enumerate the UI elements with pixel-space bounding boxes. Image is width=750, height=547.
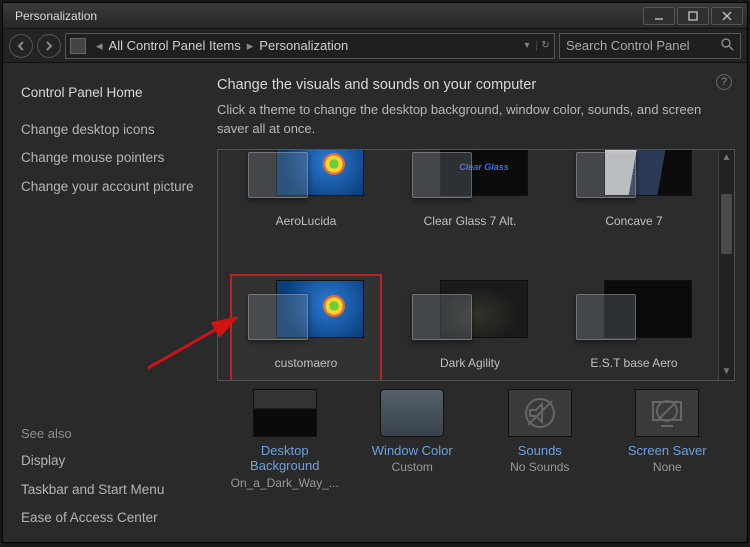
theme-item[interactable]: Concave 7 <box>558 156 710 272</box>
titlebar: Personalization <box>3 3 747 29</box>
page-subtext: Click a theme to change the desktop back… <box>217 101 735 139</box>
chevron-right-icon: ◂ <box>90 38 109 54</box>
help-icon[interactable]: ? <box>716 74 732 90</box>
scroll-down-icon[interactable]: ▼ <box>719 364 734 380</box>
theme-window-preview <box>412 152 472 198</box>
back-button[interactable] <box>9 34 33 58</box>
search-icon <box>720 37 734 54</box>
action-label: Window Color <box>372 443 453 459</box>
theme-item[interactable]: E.S.T base Aero <box>558 274 710 381</box>
action-value: No Sounds <box>510 460 569 474</box>
window: Personalization ◂ All Control Panel Item… <box>2 2 748 543</box>
theme-window-preview <box>248 152 308 198</box>
chevron-right-icon: ▸ <box>241 38 260 54</box>
sounds-option[interactable]: Sounds No Sounds <box>481 389 599 490</box>
minimize-button[interactable] <box>643 7 675 25</box>
page-heading: Change the visuals and sounds on your co… <box>217 77 735 93</box>
scrollbar[interactable]: ▲ ▼ <box>718 150 734 380</box>
sidebar-seealso-ease[interactable]: Ease of Access Center <box>21 509 199 527</box>
theme-window-preview <box>576 294 636 340</box>
theme-window-preview <box>412 294 472 340</box>
breadcrumb-seg-1[interactable]: All Control Panel Items <box>109 38 241 53</box>
window-title: Personalization <box>7 9 641 23</box>
scroll-thumb[interactable] <box>721 194 732 254</box>
theme-label: Concave 7 <box>605 214 662 228</box>
action-value: On_a_Dark_Way_... <box>231 476 339 490</box>
window-color-option[interactable]: Window Color Custom <box>353 389 471 490</box>
window-color-icon <box>380 389 444 437</box>
sidebar-link-account-picture[interactable]: Change your account picture <box>21 178 199 196</box>
settings-row: Desktop Background On_a_Dark_Way_... Win… <box>217 381 735 492</box>
forward-button[interactable] <box>37 34 61 58</box>
close-button[interactable] <box>711 7 743 25</box>
sidebar: Control Panel Home Change desktop icons … <box>3 63 213 542</box>
desktop-background-option[interactable]: Desktop Background On_a_Dark_Way_... <box>226 389 344 490</box>
action-value: None <box>653 460 682 474</box>
theme-label: AeroLucida <box>276 214 337 228</box>
theme-item[interactable]: Dark Agility <box>394 274 546 381</box>
location-icon <box>70 38 86 54</box>
desktop-background-icon <box>253 389 317 437</box>
action-label: Screen Saver <box>628 443 707 459</box>
theme-label: Clear Glass 7 Alt. <box>424 214 517 228</box>
theme-item[interactable]: AeroLucida <box>230 156 382 272</box>
theme-item[interactable]: customaero <box>230 274 382 381</box>
scroll-up-icon[interactable]: ▲ <box>719 150 734 166</box>
history-dropdown[interactable]: ▾ <box>520 41 534 51</box>
action-value: Custom <box>392 460 433 474</box>
main-pane: Control Panel Home Change desktop icons … <box>3 63 747 542</box>
action-label: Sounds <box>518 443 562 459</box>
content: Change the visuals and sounds on your co… <box>213 63 747 542</box>
screen-saver-option[interactable]: Screen Saver None <box>608 389 726 490</box>
control-panel-home-link[interactable]: Control Panel Home <box>21 84 199 102</box>
search-input[interactable]: Search Control Panel <box>559 33 741 59</box>
theme-item[interactable]: Clear GlassClear Glass 7 Alt. <box>394 156 546 272</box>
sounds-icon <box>508 389 572 437</box>
breadcrumb-seg-2[interactable]: Personalization <box>259 38 348 53</box>
theme-window-preview <box>248 294 308 340</box>
navbar: ◂ All Control Panel Items ▸ Personalizat… <box>3 29 747 63</box>
sidebar-seealso-display[interactable]: Display <box>21 452 199 470</box>
theme-window-preview <box>576 152 636 198</box>
theme-list: AeroLucidaClear GlassClear Glass 7 Alt.C… <box>217 149 735 381</box>
theme-label: Dark Agility <box>440 356 500 370</box>
theme-label: customaero <box>275 356 338 370</box>
see-also-heading: See also <box>21 426 199 441</box>
breadcrumb[interactable]: ◂ All Control Panel Items ▸ Personalizat… <box>65 33 555 59</box>
refresh-button[interactable]: ↻ <box>536 41 550 51</box>
theme-label: E.S.T base Aero <box>590 356 677 370</box>
maximize-button[interactable] <box>677 7 709 25</box>
sidebar-link-desktop-icons[interactable]: Change desktop icons <box>21 121 199 139</box>
search-placeholder: Search Control Panel <box>566 38 690 53</box>
screen-saver-icon <box>635 389 699 437</box>
sidebar-seealso-taskbar[interactable]: Taskbar and Start Menu <box>21 481 199 499</box>
sidebar-link-mouse-pointers[interactable]: Change mouse pointers <box>21 149 199 167</box>
action-label: Desktop Background <box>226 443 344 474</box>
